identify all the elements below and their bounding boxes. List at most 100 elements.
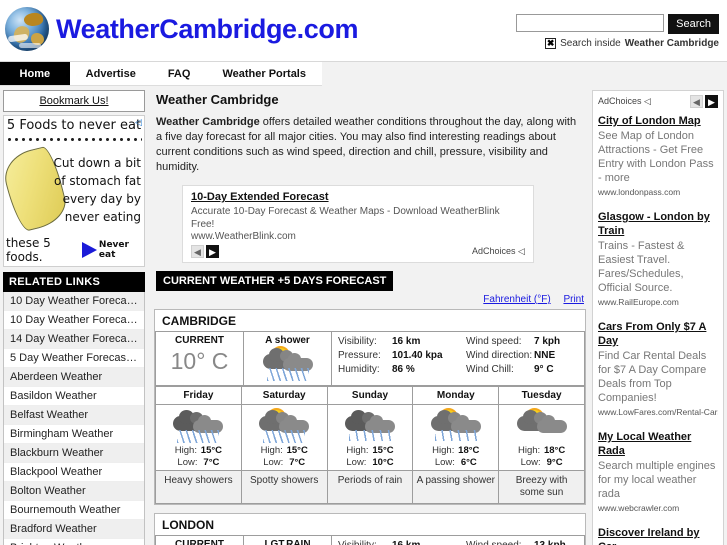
page-title: Weather Cambridge [156,92,279,107]
list-item[interactable]: Bradford Weather [4,520,144,539]
low-label: Low: [434,457,455,468]
inline-text-ad[interactable]: 10-Day Extended Forecast Accurate 10-Day… [182,185,534,263]
low-value: 7°C [289,457,306,468]
city-block-cambridge: CAMBRIDGE CURRENT 10° C A shower Visibil… [154,309,586,505]
sidebar-ad-description: Trains - Fastest & Easiest Travel. Fares… [598,240,685,294]
next-arrow-icon[interactable]: ▶ [705,95,718,108]
list-item[interactable]: 14 Day Weather Forecast UK [4,330,144,349]
sidebar-ad-title[interactable]: City of London Map [598,114,718,128]
low-label: Low: [520,457,541,468]
bookmark-us-link[interactable]: Bookmark Us! [39,95,108,107]
list-item[interactable]: Birmingham Weather [4,425,144,444]
main-nav: Home Advertise FAQ Weather Portals [0,62,322,86]
page-root: WeatherCambridge.com Search ✖ Search ins… [0,0,727,545]
play-arrow-icon[interactable] [81,242,97,258]
sidebar-ad[interactable]: Cars From Only $7 A Day Find Car Rental … [598,320,718,417]
sun-behind-rain-cloud-icon [253,409,315,443]
list-item[interactable]: Bolton Weather [4,482,144,501]
current-conditions-table: CURRENT 10° C A shower Visibility: 16 km… [155,331,585,386]
sidebar-ad[interactable]: Glasgow - London by Train Trains - Faste… [598,210,718,307]
current-details-cell: Visibility: 16 km Wind speed: 13 kph Pre… [331,535,585,545]
related-links-list: 10 Day Weather Forecast London 10 Day We… [3,292,145,545]
sidebar-ad[interactable]: My Local Weather Rada Search multiple en… [598,430,718,513]
adchoices-label[interactable]: AdChoices ▷ [598,96,651,107]
banner-ad-body-tail: these 5 foods. [6,236,51,264]
text-ad-title[interactable]: 10-Day Extended Forecast [191,191,525,203]
unit-and-print-links: Fahrenheit (°F) Print [154,294,584,305]
search-scope-site: Weather Cambridge [624,38,719,49]
low-value: 10°C [372,457,394,468]
low-label: Low: [177,457,198,468]
forecast-description: Heavy showers [155,470,242,504]
site-logo[interactable] [4,4,50,54]
list-item[interactable]: Blackpool Weather [4,463,144,482]
sidebar-ad[interactable]: City of London Map See Map of London Att… [598,114,718,197]
globe-icon [5,7,49,51]
forecast-cell: High: 18°C Low: 9°C [498,404,585,471]
forecast-day-name: Friday [155,386,242,405]
prev-arrow-icon[interactable]: ◀ [690,95,703,108]
search-button[interactable]: Search [668,14,719,34]
city-name: LONDON [155,514,585,535]
sidebar-ad-url: www.LowFares.com/Rental-Cars [598,407,718,417]
high-label: High: [260,445,283,456]
text-ad-url: www.WeatherBlink.com [191,231,296,242]
city-name: CAMBRIDGE [155,310,585,331]
high-value: 18°C [458,445,480,456]
current-condition-cell: LGT.RAIN [243,535,332,545]
high-value: 15°C [200,445,223,456]
adchoices-icon[interactable]: ▷ [135,118,142,128]
low-value: 7°C [203,457,220,468]
list-item[interactable]: Bournemouth Weather [4,501,144,520]
search-input[interactable] [516,14,665,32]
list-item[interactable]: Aberdeen Weather [4,368,144,387]
print-link[interactable]: Print [563,294,584,305]
sidebar-ad-title[interactable]: Glasgow - London by Train [598,210,718,238]
fahrenheit-link[interactable]: Fahrenheit (°F) [483,294,550,305]
low-label: Low: [346,457,367,468]
forecast-cell: High: 15°C Low: 7°C [240,404,328,471]
sidebar-ad[interactable]: Discover Ireland by Car Rent with Sixt i… [598,526,718,545]
list-item[interactable]: 10 Day Weather Forecast UK [4,311,144,330]
nav-item-home[interactable]: Home [0,62,70,85]
site-title[interactable]: WeatherCambridge.com [56,14,358,45]
forecast-cell: High: 15°C Low: 10°C [326,404,414,471]
sidebar-ad-url: www.webcrawler.com [598,503,680,513]
visibility-value: 16 km [392,336,421,347]
sidebar-ad-title[interactable]: Cars From Only $7 A Day [598,320,718,348]
current-temp-cell: CURRENT 10° C [155,331,244,386]
condition-label: LGT.RAIN [264,539,311,545]
list-item[interactable]: Blackburn Weather [4,444,144,463]
high-label: High: [346,445,369,456]
bookmark-us-box[interactable]: Bookmark Us! [3,90,145,112]
list-item[interactable]: 10 Day Weather Forecast London [4,292,144,311]
sidebar-ad-title[interactable]: Discover Ireland by Car [598,526,718,545]
pressure-value: 101.40 kpa [392,350,443,361]
nav-item-advertise[interactable]: Advertise [70,62,152,85]
search-scope-checkbox[interactable]: ✖ [545,38,557,49]
left-banner-ad[interactable]: ▷ 5 Foods to never eat Cut down a bit of… [3,115,145,267]
prev-arrow-icon[interactable]: ◀ [191,245,204,258]
nav-item-faq[interactable]: FAQ [152,62,207,85]
next-arrow-icon[interactable]: ▶ [206,245,219,258]
banner-ad-cta[interactable]: Never eat [99,240,142,260]
body-grid: Bookmark Us! ▷ 5 Foods to never eat Cut … [0,86,727,545]
wind-direction-label: Wind direction: [466,350,533,361]
list-item[interactable]: Belfast Weather [4,406,144,425]
current-label: CURRENT [175,335,224,346]
forecast-description: Breezy with some sun [498,470,585,504]
high-value: 15°C [286,445,308,456]
forecast-description: Spotty showers [240,470,328,504]
list-item[interactable]: 5 Day Weather Forecast UK [4,349,144,368]
low-value: 6°C [460,457,477,468]
forecast-day-header-row: Friday Saturday Sunday Monday Tuesday [155,386,585,405]
list-item[interactable]: Basildon Weather [4,387,144,406]
sun-behind-rain-cloud-icon [257,347,319,381]
sidebar-ad-title[interactable]: My Local Weather Rada [598,430,718,458]
right-ads-box: AdChoices ▷ ◀ ▶ City of London Map See M… [592,90,724,545]
forecast-day-name: Saturday [240,386,328,405]
list-item[interactable]: Brighton Weather [4,539,144,545]
main-content: Weather Cambridge Weather Cambridge offe… [148,86,592,545]
nav-item-weather-portals[interactable]: Weather Portals [206,62,322,85]
adchoices-label[interactable]: AdChoices ▷ [472,246,525,257]
